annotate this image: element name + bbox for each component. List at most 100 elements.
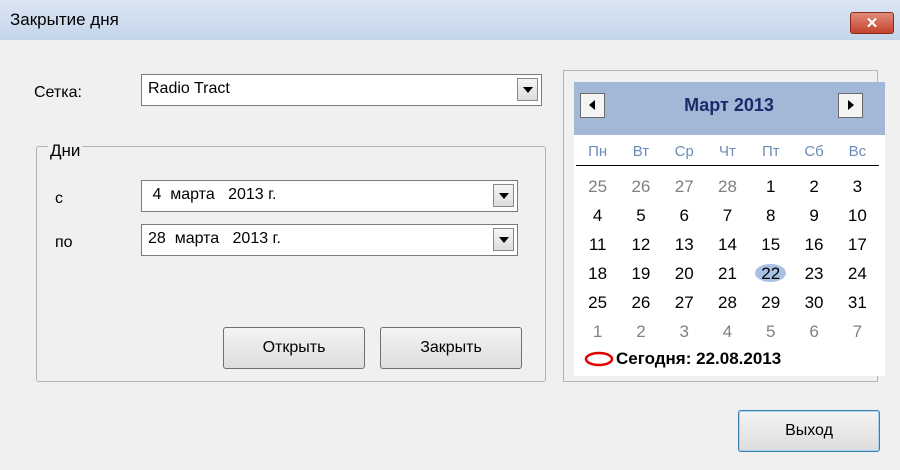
- calendar-day-number: 8: [766, 206, 776, 225]
- calendar-day[interactable]: 21: [706, 259, 749, 288]
- prev-month-icon[interactable]: [580, 93, 605, 118]
- calendar-day-number: 18: [588, 264, 608, 283]
- calendar-day-selected[interactable]: 22: [749, 259, 792, 288]
- calendar-day[interactable]: 16: [792, 230, 835, 259]
- close-day-button[interactable]: Закрыть: [380, 327, 522, 369]
- calendar-day[interactable]: 20: [663, 259, 706, 288]
- calendar-day[interactable]: 6: [663, 201, 706, 230]
- calendar-day-number: 1: [766, 177, 776, 196]
- calendar-day[interactable]: 15: [749, 230, 792, 259]
- weekday-label: Сб: [804, 143, 824, 160]
- calendar-day[interactable]: 18: [576, 259, 619, 288]
- calendar-day[interactable]: 1: [749, 172, 792, 201]
- calendar-day-number: 25: [588, 177, 608, 196]
- calendar-day-number: 6: [809, 322, 819, 341]
- calendar-day[interactable]: 7: [836, 317, 879, 346]
- calendar-day-number: 16: [804, 235, 824, 254]
- calendar-day[interactable]: 25: [576, 288, 619, 317]
- calendar-day[interactable]: 26: [619, 288, 662, 317]
- calendar-day[interactable]: 17: [836, 230, 879, 259]
- calendar-day[interactable]: 12: [619, 230, 662, 259]
- calendar-day[interactable]: 2: [619, 317, 662, 346]
- calendar-day-number: 29: [761, 293, 781, 312]
- grid-select[interactable]: Radio Tract: [141, 74, 542, 106]
- calendar-day[interactable]: 5: [749, 317, 792, 346]
- calendar-day[interactable]: 4: [576, 201, 619, 230]
- calendar-day[interactable]: 27: [663, 172, 706, 201]
- calendar-day[interactable]: 25: [576, 172, 619, 201]
- from-date-picker[interactable]: 4 марта 2013 г.: [141, 180, 518, 212]
- calendar-day-number: 10: [847, 206, 867, 225]
- calendar-day[interactable]: 23: [792, 259, 835, 288]
- calendar-day-number: 23: [804, 264, 824, 283]
- calendar-day[interactable]: 31: [836, 288, 879, 317]
- calendar-day[interactable]: 2: [792, 172, 835, 201]
- calendar-day-number: 24: [847, 264, 867, 283]
- calendar-day-number: 31: [847, 293, 867, 312]
- today-text: Сегодня: 22.08.2013: [616, 349, 782, 368]
- calendar-day-number: 5: [636, 206, 646, 225]
- weekday-label: Чт: [719, 143, 736, 160]
- calendar-day-number: 3: [679, 322, 689, 341]
- weekday-label: Пн: [588, 143, 608, 160]
- calendar-day[interactable]: 3: [836, 172, 879, 201]
- calendar-day-number: 1: [592, 322, 603, 341]
- calendar-day[interactable]: 9: [792, 201, 835, 230]
- to-date-dropdown-icon[interactable]: [493, 228, 514, 251]
- calendar-day-number: 2: [636, 322, 646, 341]
- close-window-button[interactable]: ✕: [850, 12, 894, 34]
- calendar-day[interactable]: 6: [792, 317, 835, 346]
- calendar-day[interactable]: 19: [619, 259, 662, 288]
- title-bar[interactable]: Закрытие дня ✕: [0, 0, 900, 40]
- calendar-day-number: 21: [718, 264, 737, 283]
- calendar-day-number: 17: [847, 235, 867, 254]
- calendar-week-row: 18 19 20 21 22 23 24: [576, 259, 879, 288]
- next-month-icon[interactable]: [838, 93, 863, 118]
- calendar-day[interactable]: 30: [792, 288, 835, 317]
- today-link[interactable]: Сегодня: 22.08.2013: [584, 347, 781, 371]
- calendar-month-title: Март 2013: [684, 95, 774, 115]
- calendar-day[interactable]: 13: [663, 230, 706, 259]
- calendar-day-number: 25: [588, 293, 608, 312]
- calendar-day-number: 26: [631, 177, 651, 196]
- calendar-day[interactable]: 5: [619, 201, 662, 230]
- calendar-day[interactable]: 11: [576, 230, 619, 259]
- calendar-day[interactable]: 14: [706, 230, 749, 259]
- calendar-day[interactable]: 24: [836, 259, 879, 288]
- calendar-day[interactable]: 10: [836, 201, 879, 230]
- from-label: с: [55, 190, 63, 207]
- calendar-day-number: 26: [631, 293, 651, 312]
- grid-dropdown-arrow-icon[interactable]: [517, 78, 538, 101]
- calendar-day-number: 4: [722, 322, 733, 341]
- calendar-day[interactable]: 7: [706, 201, 749, 230]
- calendar-day[interactable]: 28: [706, 172, 749, 201]
- calendar-day-number: 28: [718, 293, 737, 312]
- calendar-day[interactable]: 8: [749, 201, 792, 230]
- open-button[interactable]: Открыть: [223, 327, 365, 369]
- calendar-day-number: 6: [679, 206, 689, 225]
- calendar-day-number: 2: [809, 177, 819, 196]
- calendar-day-number: 28: [718, 177, 737, 196]
- calendar-week-row: 25 26 27 28 1 2 3: [576, 172, 879, 201]
- weekday-label: Пт: [761, 143, 780, 160]
- exit-button[interactable]: Выход: [738, 410, 880, 452]
- calendar-day[interactable]: 3: [663, 317, 706, 346]
- calendar-day-number: 5: [766, 322, 776, 341]
- from-date-dropdown-icon[interactable]: [493, 184, 514, 207]
- calendar-day[interactable]: 27: [663, 288, 706, 317]
- days-group-title: Дни: [48, 141, 83, 161]
- calendar-day[interactable]: 29: [749, 288, 792, 317]
- calendar-day[interactable]: 4: [706, 317, 749, 346]
- to-date-value: 28 марта 2013 г.: [148, 230, 281, 247]
- calendar-day[interactable]: 1: [576, 317, 619, 346]
- weekday-label: Вс: [848, 143, 867, 160]
- grid-label: Сетка:: [34, 84, 82, 101]
- calendar-day-number: 14: [718, 235, 737, 254]
- calendar-week-row: 25 26 27 28 29 30 31: [576, 288, 879, 317]
- to-date-picker[interactable]: 28 марта 2013 г.: [141, 224, 518, 256]
- calendar-day-number: 7: [722, 206, 733, 225]
- calendar-day-number: 15: [761, 235, 781, 254]
- calendar-day[interactable]: 28: [706, 288, 749, 317]
- calendar-day[interactable]: 26: [619, 172, 662, 201]
- month-calendar[interactable]: Март 2013 Пн Вт Ср Чт Пт Сб Вс 25 26 27 28 1 2 3 4 5 6 7…: [574, 82, 885, 376]
